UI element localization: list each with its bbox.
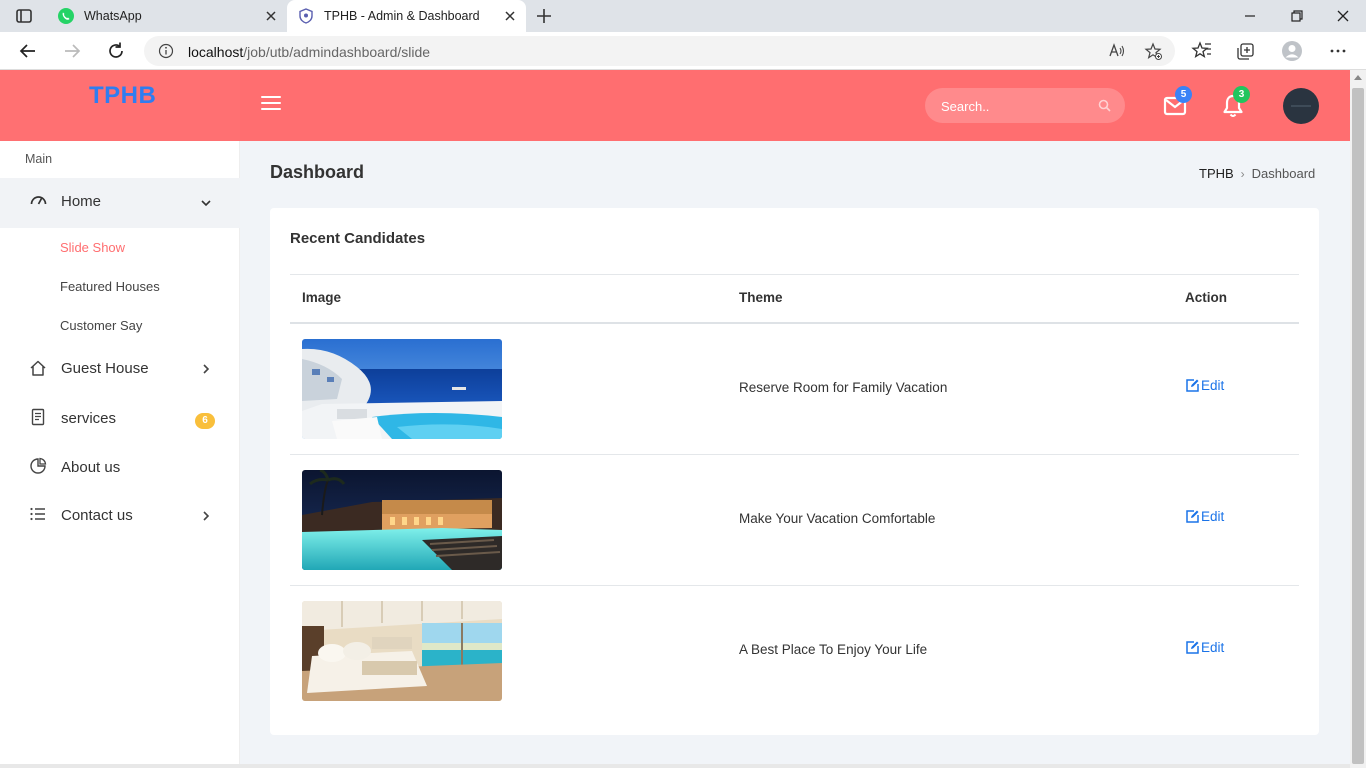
sidebar-item-contact-us[interactable]: Contact us: [0, 494, 240, 536]
tab-whatsapp[interactable]: WhatsApp: [47, 0, 287, 32]
services-count-badge: 6: [195, 413, 215, 429]
edit-button[interactable]: Edit: [1185, 509, 1224, 524]
more-menu-icon[interactable]: [1327, 40, 1349, 62]
row-theme-text: Reserve Room for Family Vacation: [739, 380, 948, 395]
page-title: Dashboard: [270, 162, 365, 182]
url-path: /job/utb/admindashboard/slide: [243, 44, 431, 60]
sidebar-item-label: Home: [61, 193, 102, 210]
browser-address-bar: localhost/job/utb/admindashboard/slide: [0, 32, 1366, 70]
url-bar[interactable]: localhost/job/utb/admindashboard/slide: [144, 36, 1175, 66]
column-header-action: Action: [1185, 290, 1227, 305]
document-icon: [31, 408, 45, 426]
dashboard-gauge-icon: [30, 196, 47, 205]
back-arrow-icon[interactable]: [17, 40, 39, 62]
scrollbar-thumb[interactable]: [1352, 88, 1364, 764]
vertical-scrollbar[interactable]: [1350, 70, 1366, 768]
browser-tab-bar: WhatsApp TPHB - Admin & Dashboard: [0, 0, 1366, 32]
shield-icon: [299, 8, 313, 24]
close-icon[interactable]: [502, 8, 518, 24]
close-icon[interactable]: [263, 8, 279, 24]
url-host: localhost: [188, 44, 244, 60]
column-header-theme: Theme: [739, 290, 783, 305]
sidebar-item-guest-house[interactable]: Guest House: [0, 347, 240, 389]
bedroom-ocean-view-photo: [302, 601, 502, 701]
search-input[interactable]: [941, 96, 1091, 116]
sidebar-item-label: Contact us: [61, 507, 133, 524]
sidebar-item-home[interactable]: Home: [0, 178, 240, 228]
close-window-icon[interactable]: [1333, 6, 1353, 26]
edit-icon: [1186, 641, 1199, 654]
row-theme-text: Make Your Vacation Comfortable: [739, 511, 936, 526]
user-avatar[interactable]: [1283, 88, 1319, 124]
table-header-divider: [290, 322, 1299, 324]
row-theme-text: A Best Place To Enjoy Your Life: [739, 642, 928, 657]
sidebar-subitem-featured-houses[interactable]: Featured Houses: [60, 279, 160, 294]
edit-label: Edit: [1201, 509, 1225, 524]
edit-label: Edit: [1201, 378, 1225, 393]
scroll-up-arrow-icon[interactable]: [1354, 75, 1362, 80]
pie-chart-icon: [30, 457, 47, 474]
profile-icon[interactable]: [1281, 40, 1303, 62]
edit-button[interactable]: Edit: [1185, 378, 1224, 393]
url-text: localhost/job/utb/admindashboard/slide: [188, 44, 430, 60]
notifications-badge: 3: [1233, 86, 1250, 103]
home-icon: [30, 360, 46, 376]
read-aloud-icon[interactable]: [1108, 42, 1126, 60]
breadcrumb: TPHB › Dashboard: [1199, 166, 1315, 181]
tab-title: TPHB - Admin & Dashboard: [324, 9, 480, 23]
table-row-divider: [290, 585, 1299, 586]
sidebar-section-title: Main: [25, 152, 53, 166]
reload-icon[interactable]: [105, 40, 127, 62]
column-header-image: Image: [302, 290, 342, 305]
edit-icon: [1186, 510, 1199, 523]
sidebar-item-label: services: [61, 410, 117, 427]
chevron-down-icon: [201, 200, 211, 207]
collections-icon[interactable]: [1235, 40, 1257, 62]
santorini-pool-sea-view-photo: [302, 339, 502, 439]
tab-tphb-dashboard[interactable]: TPHB - Admin & Dashboard: [287, 0, 526, 32]
breadcrumb-current: Dashboard: [1251, 166, 1316, 181]
add-favorite-icon[interactable]: [1144, 42, 1163, 61]
sidebar-subitem-customer-say[interactable]: Customer Say: [60, 318, 142, 333]
messages-badge: 5: [1175, 86, 1192, 103]
whatsapp-icon: [58, 8, 74, 24]
tab-actions-icon[interactable]: [14, 6, 34, 26]
forward-arrow-icon[interactable]: [61, 40, 83, 62]
breadcrumb-separator-icon: ›: [1240, 167, 1245, 181]
list-icon: [30, 507, 45, 521]
card-title: Recent Candidates: [290, 230, 426, 247]
restore-icon[interactable]: [1287, 6, 1307, 26]
breadcrumb-home-link[interactable]: TPHB: [1199, 166, 1234, 181]
hotel-pool-at-night-photo: [302, 470, 502, 570]
menu-toggle-icon[interactable]: [261, 96, 281, 112]
edit-button[interactable]: Edit: [1185, 640, 1224, 655]
info-icon[interactable]: [158, 43, 174, 59]
table-row-divider: [290, 454, 1299, 455]
header-search: [925, 88, 1125, 123]
sidebar-item-about-us[interactable]: About us: [0, 446, 240, 488]
brand-logo[interactable]: TPHB: [89, 82, 156, 110]
edit-label: Edit: [1201, 640, 1225, 655]
horizontal-scrollbar[interactable]: [0, 764, 1350, 768]
chevron-right-icon: [203, 511, 210, 521]
chevron-right-icon: [203, 364, 210, 374]
sidebar-subitem-slide-show[interactable]: Slide Show: [60, 240, 125, 255]
minimize-icon[interactable]: [1240, 6, 1260, 26]
edit-icon: [1186, 379, 1199, 392]
new-tab-plus-icon[interactable]: [533, 5, 555, 27]
table-top-divider: [290, 274, 1299, 275]
favorites-icon[interactable]: [1191, 40, 1213, 62]
tab-title: WhatsApp: [84, 9, 142, 23]
sidebar-item-label: About us: [61, 459, 121, 476]
sidebar-item-label: Guest House: [61, 360, 149, 377]
search-icon[interactable]: [1098, 99, 1111, 112]
